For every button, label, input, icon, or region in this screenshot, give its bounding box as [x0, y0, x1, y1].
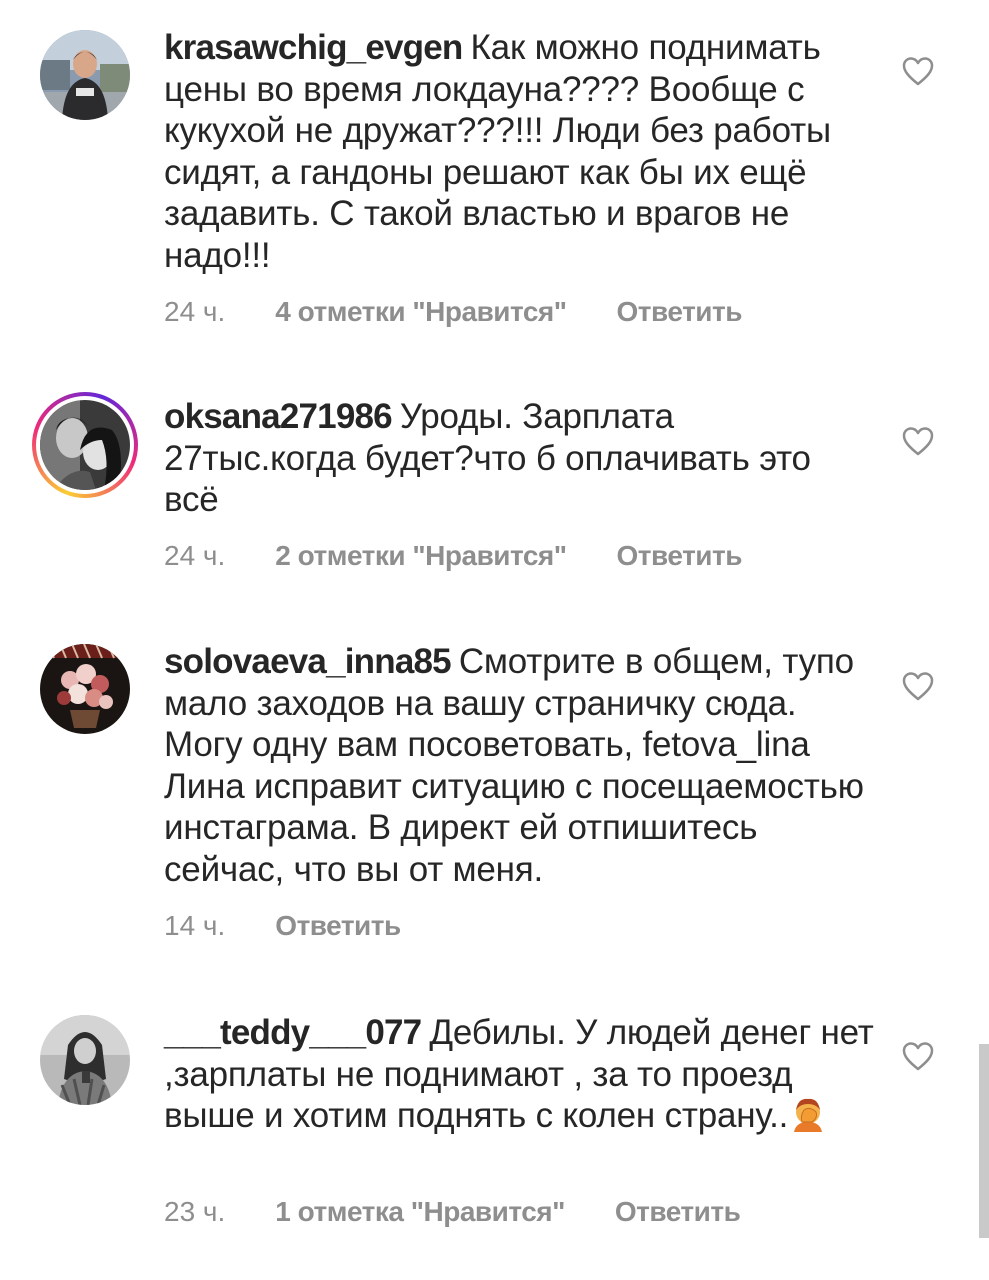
comment-time: 14 ч.: [164, 910, 226, 941]
comment-text: solovaeva_inna85 Смотрите в общем, тупо м…: [164, 641, 874, 890]
comment-meta: 23 ч. 1 отметка "Нравится" Ответить: [164, 1196, 790, 1228]
comment-time: 24 ч.: [164, 540, 226, 571]
heart-outline-icon[interactable]: [902, 56, 934, 86]
reply-button[interactable]: Ответить: [617, 540, 743, 572]
comment-text: oksana271986 Уроды. Зарплата 27тыс.когда …: [164, 396, 874, 521]
comment-time: 23 ч.: [164, 1196, 226, 1227]
avatar-photo: [40, 30, 130, 120]
comment-text: krasawchig_evgen Как можно поднимать цены…: [164, 27, 874, 276]
scrollbar[interactable]: [979, 1044, 989, 1238]
comment-meta: 14 ч. Ответить: [164, 910, 451, 942]
heart-outline-icon[interactable]: [902, 671, 934, 701]
comment-likes-link[interactable]: 4 отметки "Нравится": [275, 296, 567, 328]
comment-meta: 24 ч. 2 отметки "Нравится" Ответить: [164, 540, 792, 572]
comment-username[interactable]: krasawchig_evgen: [164, 28, 463, 67]
avatar[interactable]: [40, 30, 130, 120]
comment-time: 24 ч.: [164, 296, 226, 327]
comment-likes-link[interactable]: 2 отметки "Нравится": [275, 540, 567, 572]
comment-username[interactable]: ___teddy___077: [164, 1013, 422, 1052]
story-ring[interactable]: [32, 392, 138, 498]
facepalm-emoji-icon: [794, 1098, 823, 1132]
comment-likes-link[interactable]: 1 отметка "Нравится": [275, 1196, 565, 1228]
comment-username[interactable]: oksana271986: [164, 397, 393, 436]
reply-button[interactable]: Ответить: [275, 910, 401, 942]
reply-button[interactable]: Ответить: [617, 296, 743, 328]
comment-text: ___teddy___077 Дебилы. У людей денег нет …: [164, 1012, 874, 1137]
avatar-photo: [40, 1015, 130, 1105]
reply-button[interactable]: Ответить: [615, 1196, 741, 1228]
avatar: [40, 400, 130, 490]
heart-outline-icon[interactable]: [902, 1041, 934, 1071]
heart-outline-icon[interactable]: [902, 426, 934, 456]
avatar-photo: [40, 644, 130, 734]
avatar-photo: [40, 400, 130, 490]
avatar[interactable]: [40, 1015, 130, 1105]
avatar[interactable]: [40, 644, 130, 734]
comment-meta: 24 ч. 4 отметки "Нравится" Ответить: [164, 296, 792, 328]
comment-username[interactable]: solovaeva_inna85: [164, 642, 452, 681]
